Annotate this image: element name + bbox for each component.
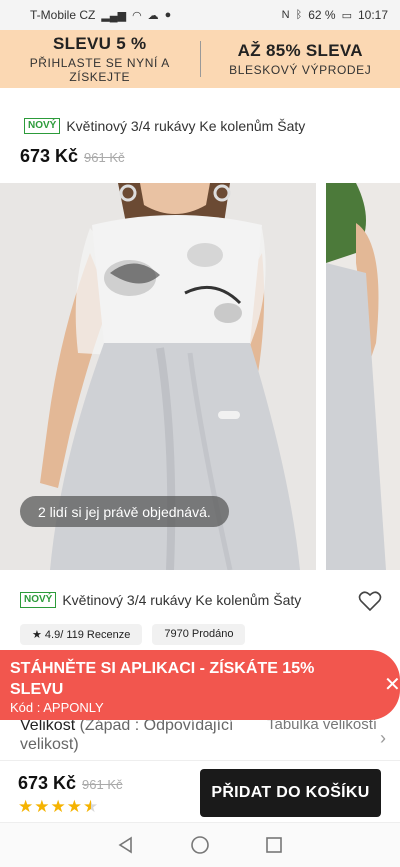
current-price: 673 Kč (18, 773, 77, 793)
star-icon: ★ (50, 797, 67, 816)
info-title-row: NOVÝ Květinový 3/4 rukávy Ke kolenům Šat… (20, 592, 301, 608)
close-icon[interactable]: ✕ (384, 672, 400, 697)
promo-flash-sale[interactable]: AŽ 85% SLEVA BLESKOVÝ VÝPRODEJ (201, 41, 400, 77)
product-gallery[interactable]: 2 lidí si jej právě objednává. (0, 183, 400, 570)
back-icon[interactable] (117, 836, 135, 854)
battery-icon: ▭ (341, 9, 352, 22)
current-price: 673 Kč (20, 146, 79, 166)
wifi-icon: ◠ (132, 9, 142, 22)
battery-percent: 62 % (308, 8, 336, 22)
promo-sale-subtitle: BLESKOVÝ VÝPRODEJ (229, 63, 372, 77)
app-download-banner[interactable]: STÁHNĚTE SI APLIKACI - ZÍSKÁTE 15% SLEVU… (0, 650, 400, 720)
dress-photo-next (326, 183, 400, 570)
size-chart-link[interactable]: Tabulka velikostí (267, 716, 377, 754)
product-title-row: NOVÝ Květinový 3/4 rukávy Ke kolenům Šat… (24, 118, 305, 134)
status-bar: T-Mobile CZ ▂▄▆ ◠ ☁ ● N ᛒ 62 % ▭ 10:17 (0, 0, 400, 30)
promo-signup-title: SLEVU 5 % (53, 34, 147, 53)
clock: 10:17 (357, 8, 388, 22)
rating-chip[interactable]: ★ 4.9/ 119 Recenze (20, 624, 143, 645)
size-selector-row[interactable]: Velikost (Západ : Odpovídající velikost)… (20, 716, 390, 754)
star-icon: ★ (66, 797, 83, 816)
original-price: 961 Kč (82, 777, 123, 792)
cloud-icon: ☁ (147, 9, 159, 22)
promo-signup[interactable]: SLEVU 5 % PŘIHLASTE SE NYNÍ A ZÍSKEJTE (0, 34, 200, 84)
promo-banner[interactable]: SLEVU 5 % PŘIHLASTE SE NYNÍ A ZÍSKEJTE A… (0, 30, 400, 88)
promo-signup-subtitle: PŘIHLASTE SE NYNÍ A ZÍSKEJTE (29, 56, 170, 84)
half-star-icon: ★ (83, 797, 100, 816)
purchase-bar: 673 Kč 961 Kč ★★★★★ PŘIDAT DO KOŠÍKU (0, 760, 400, 822)
promo-code: Kód : APPONLY (10, 700, 104, 715)
nfc-icon: N (281, 9, 290, 21)
add-to-cart-button[interactable]: PŘIDAT DO KOŠÍKU (200, 769, 381, 817)
product-stats: ★ 4.9/ 119 Recenze 7970 Prodáno (20, 624, 246, 645)
new-badge: NOVÝ (20, 592, 57, 608)
recent-orders-toast: 2 lidí si jej právě objednává. (20, 496, 229, 527)
rating-stars: ★★★★★ (18, 797, 99, 817)
carrier-label: T-Mobile CZ (30, 8, 96, 22)
buy-price-row: 673 Kč 961 Kč (18, 773, 123, 794)
recent-apps-icon[interactable] (265, 836, 283, 854)
new-badge: NOVÝ (24, 118, 61, 134)
product-title: Květinový 3/4 rukávy Ke kolenům Šaty (62, 592, 302, 608)
app-banner-title: STÁHNĚTE SI APLIKACI - ZÍSKÁTE 15% SLEVU (10, 660, 315, 698)
price-row: 673 Kč 961 Kč (20, 146, 125, 167)
product-title: Květinový 3/4 rukávy Ke kolenům Šaty (66, 118, 306, 134)
star-icon: ★ (34, 797, 51, 816)
product-image-next[interactable] (326, 183, 400, 570)
promo-sale-title: AŽ 85% SLEVA (237, 41, 363, 60)
original-price: 961 Kč (84, 150, 125, 165)
home-icon[interactable] (190, 835, 210, 855)
sold-count-chip: 7970 Prodáno (152, 624, 246, 645)
notification-icon: ● (164, 9, 172, 21)
chevron-right-icon[interactable]: › (380, 728, 386, 749)
product-header: NOVÝ Květinový 3/4 rukávy Ke kolenům Šat… (0, 88, 400, 183)
bluetooth-icon: ᛒ (295, 9, 303, 21)
star-icon: ★ (18, 797, 35, 816)
wishlist-heart-icon[interactable] (358, 590, 382, 612)
signal-icon: ▂▄▆ (101, 9, 127, 22)
system-navigation-bar (0, 822, 400, 867)
size-label-group: Velikost (Západ : Odpovídající velikost) (20, 716, 265, 754)
